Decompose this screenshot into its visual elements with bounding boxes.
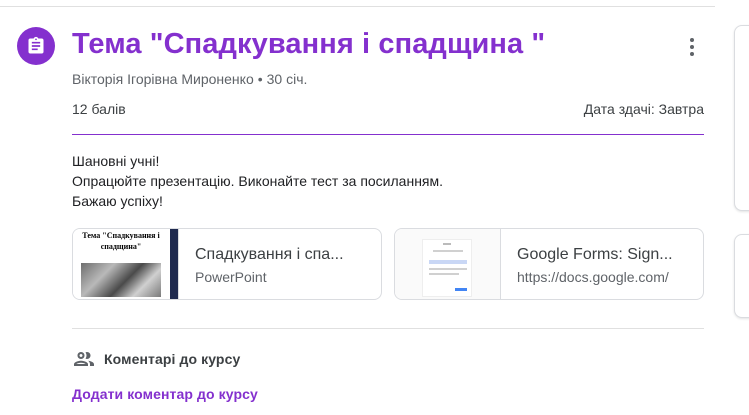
- attachment-powerpoint[interactable]: Тема "Спадкування і спадщина" Спадкуванн…: [72, 228, 382, 300]
- side-card-bottom: [734, 234, 749, 318]
- instructions: Шановні учні! Опрацюйте презентацію. Вик…: [72, 151, 443, 211]
- instruction-line: Шановні учні!: [72, 153, 160, 169]
- page-title: Тема "Спадкування і спадщина ": [72, 28, 546, 60]
- thumbnail-bar: [170, 229, 178, 299]
- link-title: Google Forms: Sign...: [517, 246, 673, 263]
- attachment-title: Спадкування і спа...: [195, 246, 344, 263]
- instruction-line: Бажаю успіху!: [72, 193, 163, 209]
- link-url: https://docs.google.com/: [517, 269, 669, 285]
- header-divider: [72, 134, 704, 135]
- thumbnail-photo: [81, 263, 161, 297]
- comments-label: Коментарі до курсу: [104, 351, 241, 367]
- attachment-type: PowerPoint: [195, 269, 267, 285]
- thumbnail-page: [422, 239, 472, 297]
- thumbnail-slide-text: Тема "Спадкування і спадщина": [82, 231, 160, 251]
- instruction-line: Опрацюйте презентацію. Виконайте тест за…: [72, 173, 444, 189]
- due-label: Дата здачі:: [583, 101, 655, 117]
- class-comments-header: Коментарі до курсу: [72, 347, 240, 371]
- add-class-comment-link[interactable]: Додати коментар до курсу: [72, 386, 258, 402]
- top-divider: [0, 6, 715, 7]
- link-thumbnail: [395, 229, 501, 299]
- due-value: Завтра: [658, 101, 704, 117]
- points-label: 12 балів: [72, 101, 126, 117]
- people-icon: [74, 352, 94, 366]
- assignment-icon: [17, 27, 55, 65]
- comments-divider: [72, 328, 704, 329]
- due-date: Дата здачі: Завтра: [584, 101, 704, 117]
- attachment-link[interactable]: Google Forms: Sign... https://docs.googl…: [394, 228, 704, 300]
- author-name: Вікторія Ігорівна Мироненко: [72, 71, 254, 87]
- attachment-thumbnail: Тема "Спадкування і спадщина": [73, 229, 179, 299]
- post-date: 30 січ.: [266, 71, 308, 87]
- assignment-meta: Вікторія Ігорівна Мироненко • 30 січ.: [72, 71, 308, 87]
- side-card-top: [734, 25, 749, 211]
- more-vert-icon[interactable]: [681, 34, 703, 60]
